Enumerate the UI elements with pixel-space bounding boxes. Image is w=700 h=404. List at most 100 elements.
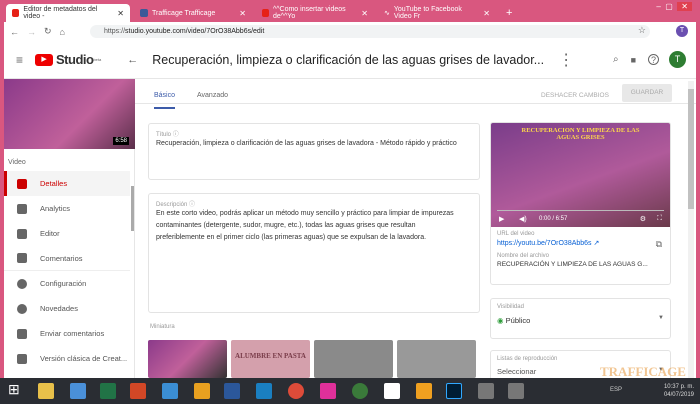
sublime-icon[interactable]: [194, 383, 210, 399]
fullscreen-icon[interactable]: ⛶: [657, 215, 662, 223]
menu-icon[interactable]: ≡: [16, 53, 23, 67]
tab-como-insertar[interactable]: ^^Como insertar videos de^^Yo ✕: [256, 4, 374, 22]
window-controls[interactable]: – ▢ ✕: [656, 2, 692, 11]
thumbnail-option[interactable]: [314, 340, 393, 378]
app-icon[interactable]: [256, 383, 272, 399]
chrome-icon[interactable]: [288, 383, 304, 399]
thumbnail-option[interactable]: [148, 340, 227, 378]
playlist-label: Listas de reproducción: [497, 356, 558, 362]
create-video-icon[interactable]: ■: [631, 55, 636, 65]
tab-title: Trafficage Trafficage: [152, 9, 216, 17]
tab-favicon-icon: ∿: [384, 10, 390, 17]
chevron-down-icon: ▼: [658, 315, 664, 321]
back-icon[interactable]: ←: [10, 27, 19, 37]
close-icon[interactable]: ✕: [483, 9, 490, 18]
photoshop-icon[interactable]: [446, 383, 462, 399]
tab-editor[interactable]: Editor de metadatos del video - ✕: [6, 4, 130, 22]
help-icon[interactable]: ?: [648, 54, 659, 65]
title-field[interactable]: Título ⓘ Recuperación, limpieza o clarif…: [148, 123, 480, 180]
sidebar-item-label: Versión clásica de Creat...: [40, 354, 128, 363]
watermark-logo: TRAFFICAGE: [600, 364, 686, 379]
volume-icon[interactable]: ◀): [519, 215, 527, 223]
home-icon[interactable]: ⌂: [60, 27, 65, 37]
description-input[interactable]: En este corto video, podrás aplicar un m…: [156, 208, 466, 244]
profile-avatar[interactable]: T: [676, 25, 688, 37]
sidebar-item-enviar-comentarios[interactable]: Enviar comentarios: [4, 321, 130, 346]
classic-icon: [17, 353, 27, 364]
account-avatar[interactable]: T: [669, 51, 686, 68]
close-icon[interactable]: ✕: [361, 9, 368, 18]
reload-icon[interactable]: ↻: [44, 26, 52, 37]
app-icon[interactable]: [352, 383, 368, 399]
sidebar-item-analytics[interactable]: Analytics: [4, 196, 130, 221]
title-input[interactable]: Recuperación, limpieza o clarificación d…: [156, 138, 466, 150]
pencil-icon: [17, 178, 27, 189]
tab-avanzado[interactable]: Avanzado: [197, 92, 228, 99]
tab-divider: [135, 103, 696, 104]
section-label: Video: [8, 159, 26, 166]
save-button[interactable]: GUARDAR: [622, 84, 672, 102]
thumbnail-option[interactable]: [397, 340, 476, 378]
sidebar-scrollbar[interactable]: [131, 186, 134, 231]
play-icon[interactable]: ▶: [499, 215, 504, 223]
video-player[interactable]: RECUPERACION Y LIMPIEZA DE LAS AGUAS GRI…: [491, 123, 670, 227]
app-icon[interactable]: [320, 383, 336, 399]
media-player-icon[interactable]: [416, 383, 432, 399]
thumbnail-option[interactable]: ALUMBRE EN PASTA: [231, 340, 310, 378]
app-icon[interactable]: [508, 383, 524, 399]
url-input[interactable]: https://studio.youtube.com/video/7OrO38A…: [90, 25, 650, 38]
windows-start-icon[interactable]: ⊞: [8, 381, 24, 397]
app-icon[interactable]: [384, 383, 400, 399]
app-icon[interactable]: [478, 383, 494, 399]
external-link-icon[interactable]: ↗: [594, 240, 600, 247]
tab-trafficage[interactable]: Trafficage Trafficage ✕: [134, 4, 252, 22]
powerpoint-icon[interactable]: [130, 383, 146, 399]
video-preview-card: RECUPERACION Y LIMPIEZA DE LAS AGUAS GRI…: [490, 122, 671, 285]
star-icon[interactable]: ☆: [638, 25, 646, 36]
video-progress-bar[interactable]: [497, 210, 664, 211]
copy-icon[interactable]: ⧉: [656, 239, 662, 250]
taskbar: ⊞ ESP TRAFFICAGE 10:37 p. m. 04/07/2019: [0, 364, 700, 404]
studio-logo[interactable]: Studio: [56, 52, 94, 67]
tab-title: YouTube to Facebook Video Fr: [393, 6, 462, 20]
sidebar-item-version-clasica[interactable]: Versión clásica de Creat...: [4, 346, 130, 371]
eye-icon: ◉: [497, 316, 504, 325]
back-arrow-icon[interactable]: ←: [127, 54, 138, 66]
app-icon[interactable]: [70, 383, 86, 399]
filename-value: RECUPERACIÓN Y LIMPIEZA DE LAS AGUAS G..…: [497, 261, 648, 268]
app-icon[interactable]: [162, 383, 178, 399]
visibility-select[interactable]: Visibilidad ◉ Público ▼: [490, 298, 671, 339]
new-tab-button[interactable]: +: [500, 4, 518, 22]
close-icon[interactable]: ✕: [117, 9, 124, 18]
search-icon[interactable]: ⌕: [613, 54, 619, 65]
sidebar-item-novedades[interactable]: Novedades: [4, 296, 130, 321]
gear-icon: [17, 278, 27, 289]
video-url-link[interactable]: https://youtu.be/7OrO38Abb6s: [497, 240, 592, 247]
word-icon[interactable]: [224, 383, 240, 399]
forward-icon[interactable]: →: [27, 27, 36, 37]
sidebar-item-comentarios[interactable]: Comentarios: [4, 246, 130, 271]
tab-youtube-to-facebook[interactable]: ∿ YouTube to Facebook Video Fr ✕: [378, 4, 496, 22]
description-field[interactable]: Descripción ⓘ En este corto video, podrá…: [148, 193, 480, 313]
video-thumbnail[interactable]: 6:58: [4, 79, 135, 149]
clock[interactable]: 10:37 p. m. 04/07/2019: [664, 383, 694, 399]
close-icon[interactable]: ✕: [239, 9, 246, 18]
main-scrollbar[interactable]: [688, 81, 694, 378]
more-icon[interactable]: ⋮: [558, 50, 574, 70]
undo-changes-button[interactable]: DESHACER CAMBIOS: [541, 92, 609, 99]
filename-label: Nombre del archivo: [497, 253, 550, 259]
file-explorer-icon[interactable]: [38, 383, 54, 399]
excel-icon[interactable]: [100, 383, 116, 399]
sidebar-item-label: Enviar comentarios: [40, 329, 105, 338]
sidebar-item-editor[interactable]: Editor: [4, 221, 130, 246]
tab-basico[interactable]: Básico: [154, 92, 176, 109]
youtube-logo-icon[interactable]: ▶: [35, 53, 54, 66]
sidebar-item-label: Detalles: [40, 179, 68, 188]
sidebar-item-label: Configuración: [40, 279, 87, 288]
sidebar-item-label: Novedades: [40, 304, 78, 313]
sidebar-item-configuracion[interactable]: Configuración: [4, 271, 130, 296]
settings-icon[interactable]: ⚙: [640, 215, 646, 223]
language-indicator[interactable]: ESP: [610, 387, 622, 393]
youtube-favicon-icon: [12, 9, 20, 17]
sidebar-item-detalles[interactable]: Detalles: [4, 171, 130, 196]
